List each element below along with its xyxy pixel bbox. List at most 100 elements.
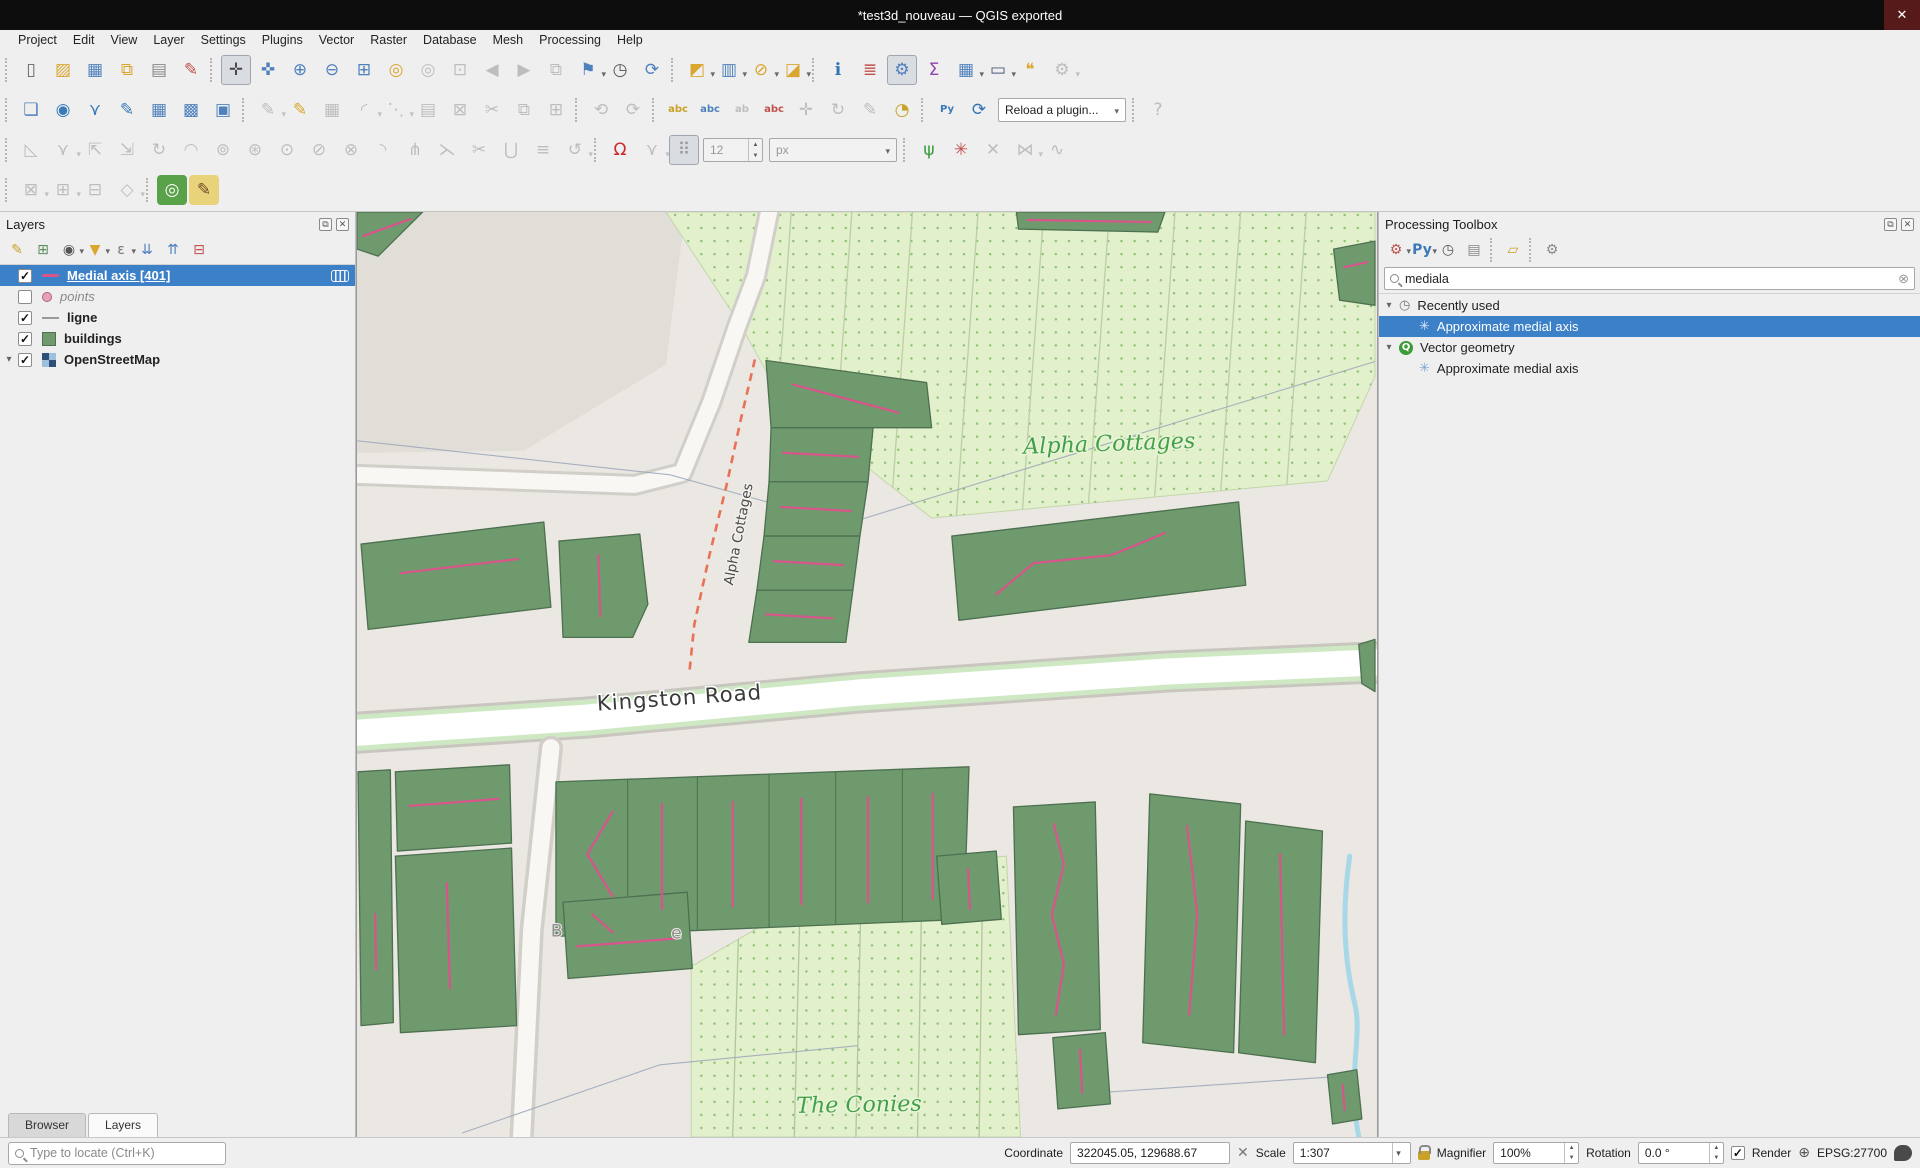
enable-snapping-button[interactable]: Ω xyxy=(605,135,635,165)
collapse-all-button[interactable]: ⇈ xyxy=(161,238,185,262)
menu-project[interactable]: Project xyxy=(10,32,65,48)
extents-toggle-icon[interactable] xyxy=(1237,1145,1249,1161)
reload-plugin-button[interactable]: ⟳ xyxy=(964,95,994,125)
rotation-spinner[interactable]: 0.0 ° ▲▼ xyxy=(1638,1142,1724,1164)
new-project-button[interactable]: ▯ xyxy=(16,55,46,85)
print-layout-button[interactable]: ⧉ xyxy=(112,55,142,85)
clear-search-icon[interactable] xyxy=(1898,271,1909,287)
crs-indicator[interactable]: EPSG:27700 xyxy=(1817,1146,1887,1160)
expander-icon[interactable] xyxy=(0,354,18,365)
tracing-offset-button[interactable]: ✳ xyxy=(946,135,976,165)
zoom-full-button[interactable]: ⊞ xyxy=(349,55,379,85)
style-manager-button[interactable]: ✎ xyxy=(176,55,206,85)
history-button[interactable]: ◷ xyxy=(1436,238,1460,262)
toolbox-gears-button[interactable]: ⚙ xyxy=(1384,238,1408,262)
menu-layer[interactable]: Layer xyxy=(145,32,192,48)
filter-by-expression-button[interactable]: ε xyxy=(109,238,133,262)
layer-visibility-checkbox[interactable] xyxy=(18,353,32,367)
processing-group-vector-geometry[interactable]: QVector geometry xyxy=(1379,337,1920,358)
expander-icon[interactable] xyxy=(1379,300,1399,311)
float-panel-icon[interactable] xyxy=(319,218,332,231)
map-refresh-button[interactable]: ⟳ xyxy=(637,55,667,85)
select-by-expression-button[interactable]: ◪ xyxy=(778,55,808,85)
python-scripts-button[interactable]: Py xyxy=(1410,238,1434,262)
add-vector-layer-button[interactable]: ◉ xyxy=(48,95,78,125)
python-console-button[interactable]: Py xyxy=(932,95,962,125)
layer-row-medial-axis-401[interactable]: Medial axis [401] xyxy=(0,265,355,286)
quickosm-tool-button[interactable]: ✎ xyxy=(189,175,219,205)
expander-icon[interactable] xyxy=(1379,342,1399,353)
open-project-button[interactable]: ▨ xyxy=(48,55,78,85)
window-close-button[interactable]: ✕ xyxy=(1884,0,1920,30)
pan-map-button[interactable]: ✛ xyxy=(221,55,251,85)
layer-visibility-checkbox[interactable] xyxy=(18,290,32,304)
zoom-in-button[interactable]: ⊕ xyxy=(285,55,315,85)
results-viewer-button[interactable]: ▤ xyxy=(1462,238,1486,262)
layer-visibility-checkbox[interactable] xyxy=(18,332,32,346)
zoom-level-tool-button[interactable]: ◎ xyxy=(157,175,187,205)
new-virtual-layer-button[interactable]: ▦ xyxy=(144,95,174,125)
spin-arrows-icon[interactable]: ▲▼ xyxy=(1709,1143,1723,1163)
messages-button[interactable] xyxy=(1894,1145,1912,1161)
locator-input[interactable] xyxy=(30,1146,219,1160)
layer-row-ligne[interactable]: ligne xyxy=(0,307,355,328)
new-geopackage-layer-button[interactable]: ✎ xyxy=(112,95,142,125)
dock-tab-browser[interactable]: Browser xyxy=(8,1113,86,1137)
processing-search-input[interactable] xyxy=(1405,272,1898,286)
layer-row-buildings[interactable]: buildings xyxy=(0,328,355,349)
snap-marker-toggle-button[interactable]: ⠿ xyxy=(669,135,699,165)
diagram-options-button[interactable]: ◔ xyxy=(887,95,917,125)
processing-search[interactable] xyxy=(1384,267,1915,290)
bookmarks-button[interactable]: ⚑ xyxy=(573,55,603,85)
layer-labeling-button[interactable]: abc xyxy=(663,95,693,125)
scale-combo[interactable]: 1:307 xyxy=(1293,1142,1411,1164)
temporal-controller-button[interactable]: ◷ xyxy=(605,55,635,85)
menu-mesh[interactable]: Mesh xyxy=(485,32,532,48)
show-hide-labels-button[interactable]: abc xyxy=(759,95,789,125)
map-tips-button[interactable]: ❝ xyxy=(1015,55,1045,85)
statistical-summary-button[interactable]: Σ xyxy=(919,55,949,85)
menu-help[interactable]: Help xyxy=(609,32,651,48)
zoom-out-button[interactable]: ⊖ xyxy=(317,55,347,85)
menu-vector[interactable]: Vector xyxy=(311,32,362,48)
spin-arrows-icon[interactable]: ▲▼ xyxy=(1564,1143,1578,1163)
identify-features-button[interactable]: ℹ xyxy=(823,55,853,85)
render-checkbox[interactable] xyxy=(1731,1146,1745,1160)
menu-raster[interactable]: Raster xyxy=(362,32,415,48)
layout-manager-button[interactable]: ▤ xyxy=(144,55,174,85)
remove-layer-button[interactable]: ⊟ xyxy=(187,238,211,262)
menu-plugins[interactable]: Plugins xyxy=(254,32,311,48)
layer-visibility-checkbox[interactable] xyxy=(18,269,32,283)
deselect-features-button[interactable]: ⊘ xyxy=(746,55,776,85)
attribute-table-button[interactable]: ▦ xyxy=(951,55,981,85)
algorithm-approximate-medial-axis[interactable]: ✳Approximate medial axis xyxy=(1379,358,1920,379)
add-group-button[interactable]: ⊞ xyxy=(31,238,55,262)
filter-legend-button[interactable]: ▼ xyxy=(83,238,107,262)
select-features-button[interactable]: ◩ xyxy=(682,55,712,85)
zoom-to-layer-button[interactable]: ◎ xyxy=(381,55,411,85)
layer-row-openstreetmap[interactable]: OpenStreetMap xyxy=(0,349,355,370)
locator-search[interactable] xyxy=(8,1142,226,1165)
data-source-manager-button[interactable]: ❏ xyxy=(16,95,46,125)
memory-layer-icon[interactable] xyxy=(331,270,349,282)
magnifier-spinner[interactable]: 100% ▲▼ xyxy=(1493,1142,1579,1164)
toolbox-settings-wrench-button[interactable]: ⚙ xyxy=(1540,238,1564,262)
toggle-editing-button[interactable]: ✎ xyxy=(285,95,315,125)
algorithm-approximate-medial-axis[interactable]: ✳Approximate medial axis xyxy=(1379,316,1920,337)
menu-edit[interactable]: Edit xyxy=(65,32,103,48)
dock-tab-layers[interactable]: Layers xyxy=(88,1113,158,1137)
lock-icon[interactable] xyxy=(1418,1151,1430,1160)
expand-all-button[interactable]: ⇊ xyxy=(135,238,159,262)
pan-to-selection-button[interactable]: ✜ xyxy=(253,55,283,85)
close-panel-icon[interactable] xyxy=(1901,218,1914,231)
enable-tracing-button[interactable]: ψ xyxy=(914,135,944,165)
menu-view[interactable]: View xyxy=(102,32,145,48)
coordinate-field[interactable]: 322045.05, 129688.67 xyxy=(1070,1142,1230,1164)
new-mesh-layer-button[interactable]: ▩ xyxy=(176,95,206,125)
edit-features-in-place-button[interactable]: ▱ xyxy=(1501,238,1525,262)
processing-group-recently-used[interactable]: ◷Recently used xyxy=(1379,295,1920,316)
measure-button[interactable]: ▭ xyxy=(983,55,1013,85)
new-shapefile-layer-button[interactable]: ⋎ xyxy=(80,95,110,125)
processing-toolbox-button[interactable]: ⚙ xyxy=(887,55,917,85)
menu-processing[interactable]: Processing xyxy=(531,32,609,48)
